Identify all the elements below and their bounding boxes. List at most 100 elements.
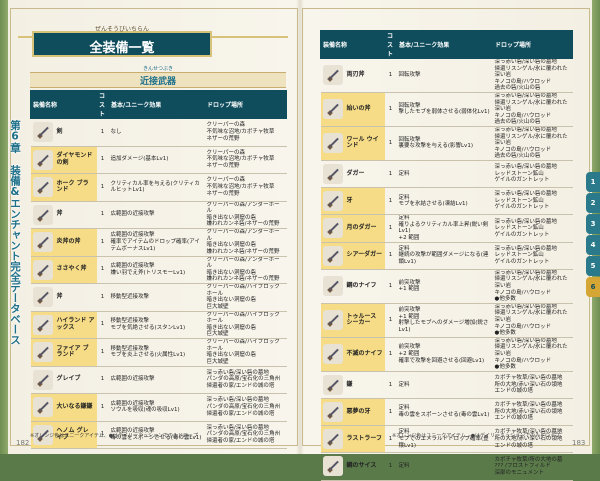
table-row: 牙 1 定料 モブを氷結させる(凍結Lv1) 深っ赤い砦/深い砦の墓地 レッドストーン鉱山… — [320, 187, 573, 216]
item-drop: クリーパーの森/アンダーホール 暗き出ない洞窟の砦 嫌われカンネ砦/ネザーの荒野 — [204, 228, 287, 257]
item-name: 鋼のナイフ — [344, 269, 385, 304]
book-spread: 第6章 装備&エンチャント完全データベース ぜんそうびいちらん 全装備一覧 きん… — [0, 0, 600, 481]
table-row: 鋼のサイス 1 定料 カボチャ牧草/所の大地の墓??? /フロストフィルド 深部のモニュ… — [320, 452, 573, 481]
chapter-tab[interactable]: 4 — [586, 235, 600, 255]
item-effect: 定料 確りよるクリティカル率上昇(鋭い剣Lv1) +2 範囲 — [396, 214, 493, 243]
weapon-icon — [32, 342, 53, 363]
item-name: 月のダガー — [344, 214, 385, 243]
item-effect: 前突攻撃 +2 範囲 確率で攻撃を回避させる(回避Lv1) — [396, 337, 493, 372]
footnote-right: ※オレンジ色はユニークアイテム、●はデイリーミッションでのみドロップ — [392, 433, 561, 439]
item-drop: クリーパーの森/ハイブロックホール 暗き出ない洞窟の砦 巨大城壁 — [204, 283, 287, 312]
item-name: ハイランド アックス — [54, 311, 97, 339]
weapon-icon — [320, 269, 345, 304]
table-row: 剣 1 なし クリーパーの森 不気味な沼地/カボチャ牧草 ネザーの荒野 — [30, 118, 287, 147]
item-drop: 深っ赤い砦/深い砦の墓地 レッドストーン鉱山 ゲイルのガントレット — [492, 214, 573, 243]
table-row: 斧 1 移動型近接攻撃 クリーパーの森/ハイブロックホール 暗き出ない洞窟の砦 巨大城壁 — [30, 283, 287, 312]
table-row: トゥルース シーカー 1 前突攻撃 +1 範囲 射撃したモブへのダメージ増加(鋭さLv1… — [320, 303, 573, 338]
item-drop: クリーパーの森 不気味な沼地/カボチャ牧草 ネザーの荒野 — [204, 173, 287, 202]
table-row: 悪夢の牙 1 定料 毒の雲をスポーンさせる(毒の雲Lv1) カボチャ牧草/深い砦の墓地所… — [320, 398, 573, 427]
weapon-icon — [322, 402, 343, 423]
table-row: ささやく斧 1 広範囲の近接攻撃 嫌い羽でえ斧(トリスモーLv1) クリーパーの森/アン… — [30, 256, 287, 284]
weapon-icon — [320, 58, 345, 93]
item-drop: 深っ赤い砦/深い砦の墓地 帰還リスンゲル/氷に覆われた深い岩 キノコの島/ハウロッド… — [492, 337, 573, 372]
weapon-icon — [30, 311, 55, 339]
section-ruby: きんせつぶき — [142, 66, 173, 72]
weapon-icon — [320, 126, 345, 161]
header-name: 装備名称 — [29, 90, 98, 119]
item-drop: クリーパーの森/アンダーホール 暗き出ない洞窟の砦 嫌われカンネ砦/ネザーの荒野 — [204, 201, 287, 229]
table-row: ダガー 1 定料 深っ赤い砦/深い砦の墓地 レッドストーン鉱山 ゲイルのガントレット — [320, 160, 573, 189]
table-row: ワール ウインド 1 回転攻撃 裏要な攻撃を与える(影響Lv1) 深っ赤い砦/深い砦の墓… — [320, 126, 573, 161]
page-number-right: 183 — [572, 439, 586, 447]
weapon-icon — [30, 393, 55, 422]
item-name: 鎌 — [344, 371, 385, 399]
table-row: 両刃斧 1 回転攻撃 深っ赤い砦/深い砦の墓地 帰還リスンゲル/氷に覆われた深い岩 キノコ… — [320, 58, 573, 93]
weapon-icon — [32, 204, 53, 225]
weapon-icon — [320, 398, 345, 427]
chapter-tab[interactable]: 1 — [586, 172, 600, 192]
table-header-row: 装備名称 コスト 基本/ユニーク効果 ドロップ場所 — [29, 90, 288, 119]
item-effect: 前突攻撃 +1 範囲 — [396, 269, 493, 304]
item-name: グレイブ — [54, 366, 97, 394]
header-cost: コスト — [384, 30, 398, 59]
item-effect: 定料 毒の雲をスポーンさせる(毒の雲Lv1) — [396, 398, 493, 427]
weapon-icon — [30, 228, 55, 257]
weapon-icon — [322, 133, 343, 154]
weapon-icon — [320, 214, 345, 243]
item-name: ワール ウインド — [344, 126, 385, 161]
item-drop: 深っ赤い砦/深い砦の墓地 帰還リスンゲル/氷に覆われた深い岩 キノコの島/ハウロッド… — [492, 92, 573, 127]
table-row: グレイブ 1 広範囲の近接攻撃 深っ赤い砦/深い砦の墓地 パンダの高原/宝石化の三角州帰… — [30, 366, 287, 394]
title-ruby: ぜんそうびいちらん — [94, 26, 149, 33]
item-name: 両刃斧 — [344, 58, 385, 93]
weapon-icon — [32, 287, 53, 308]
weapon-icon — [322, 429, 343, 450]
item-drop: 深っ赤い砦/深い砦の墓地 パンダの高原/宝石化の三角州 帰還者の家/エンドの城の塔 — [204, 393, 287, 422]
weapon-icon — [320, 187, 345, 216]
item-cost: 1 — [96, 366, 109, 394]
weapon-icon — [320, 425, 345, 454]
chapter-tab[interactable]: 3 — [586, 214, 600, 234]
weapon-icon — [32, 369, 53, 390]
item-drop: 深っ赤い砦/深い砦の墓地 帰還リスンゲル/氷に覆われた深い岩 キノコの島/ハウロッド… — [492, 303, 573, 338]
weapon-icon — [30, 118, 55, 147]
weapon-icon — [322, 191, 343, 212]
item-cost: 1 — [96, 338, 109, 367]
table-row: ハイランド アックス 1 移動型近接攻撃 モブを気絶させる(スタンLv1) クリーパーの… — [30, 311, 287, 339]
title-banner: ぜんそうびいちらん 全装備一覧 — [32, 26, 212, 57]
item-name: ダイヤモンドの剣 — [54, 146, 97, 174]
item-effect: 定料 — [396, 452, 493, 481]
chapter-tab[interactable]: 5 — [586, 256, 600, 276]
weapon-icon — [32, 149, 53, 170]
table-row: ラストラーフ 1 定料 モブでのエメラルドドロップ確率(豊穣Lv1) カボチャ牧草/深い… — [320, 425, 573, 454]
item-effect: 移動型近接攻撃 — [108, 283, 205, 312]
weapon-icon — [320, 303, 345, 338]
item-name: 不滅のナイフ — [344, 337, 385, 372]
footnote-left: ※オレンジ色はユニークアイテム、●はデイリーミッションでのみドロップ — [30, 433, 199, 439]
item-effect: 定料 継続の攻撃が範囲ダメージになる(連鎖Lv1) — [396, 242, 493, 270]
item-cost: 1 — [96, 201, 109, 229]
chapter-tab[interactable]: 2 — [586, 193, 600, 213]
item-cost: 1 — [384, 425, 397, 454]
item-cost: 1 — [384, 58, 397, 93]
item-name: 斧 — [54, 201, 97, 229]
weapons-table-left: 装備名称 コスト 基本/ユニーク効果 ドロップ場所 剣 1 なし クリーパーの森 不気味… — [29, 90, 288, 449]
weapon-icon — [322, 456, 343, 477]
item-drop: 深っ赤い砦/深い砦の墓地 パンダの高原/宝石化の三角州 帰還者の家/エンドの城の塔 — [204, 421, 287, 449]
header-cost: コスト — [96, 90, 110, 119]
weapon-icon — [320, 452, 345, 481]
item-cost: 1 — [96, 311, 109, 339]
item-cost: 1 — [96, 393, 109, 422]
item-drop: 深っ赤い砦/深い砦の墓地 レッドストーン鉱山 ゲイルのガントレット — [492, 160, 573, 189]
item-effect: 広範囲の近接攻撃 — [108, 201, 205, 229]
item-cost: 1 — [384, 214, 397, 243]
table-row: 炎斧の斧 1 広範囲の近接攻撃 確率でアイテムのドロップ確率(アイテムボーナスLv1)… — [30, 228, 287, 257]
item-name: 斧 — [54, 283, 97, 312]
item-cost: 1 — [96, 283, 109, 312]
chapter-tab[interactable]: 6 — [586, 277, 600, 297]
weapon-icon — [30, 283, 55, 312]
weapons-table-right: 装備名称 コスト 基本/ユニーク効果 ドロップ場所 両刃斧 1 回転攻撃 深っ赤い砦/… — [319, 30, 574, 481]
item-cost: 1 — [96, 118, 109, 147]
table-row: 鋼のナイフ 1 前突攻撃 +1 範囲 深っ赤い砦/深い砦の墓地 帰還リスンゲル/氷に覆われ… — [320, 269, 573, 304]
table-header-row: 装備名称 コスト 基本/ユニーク効果 ドロップ場所 — [319, 30, 574, 59]
item-name: ラストラーフ — [344, 425, 385, 454]
